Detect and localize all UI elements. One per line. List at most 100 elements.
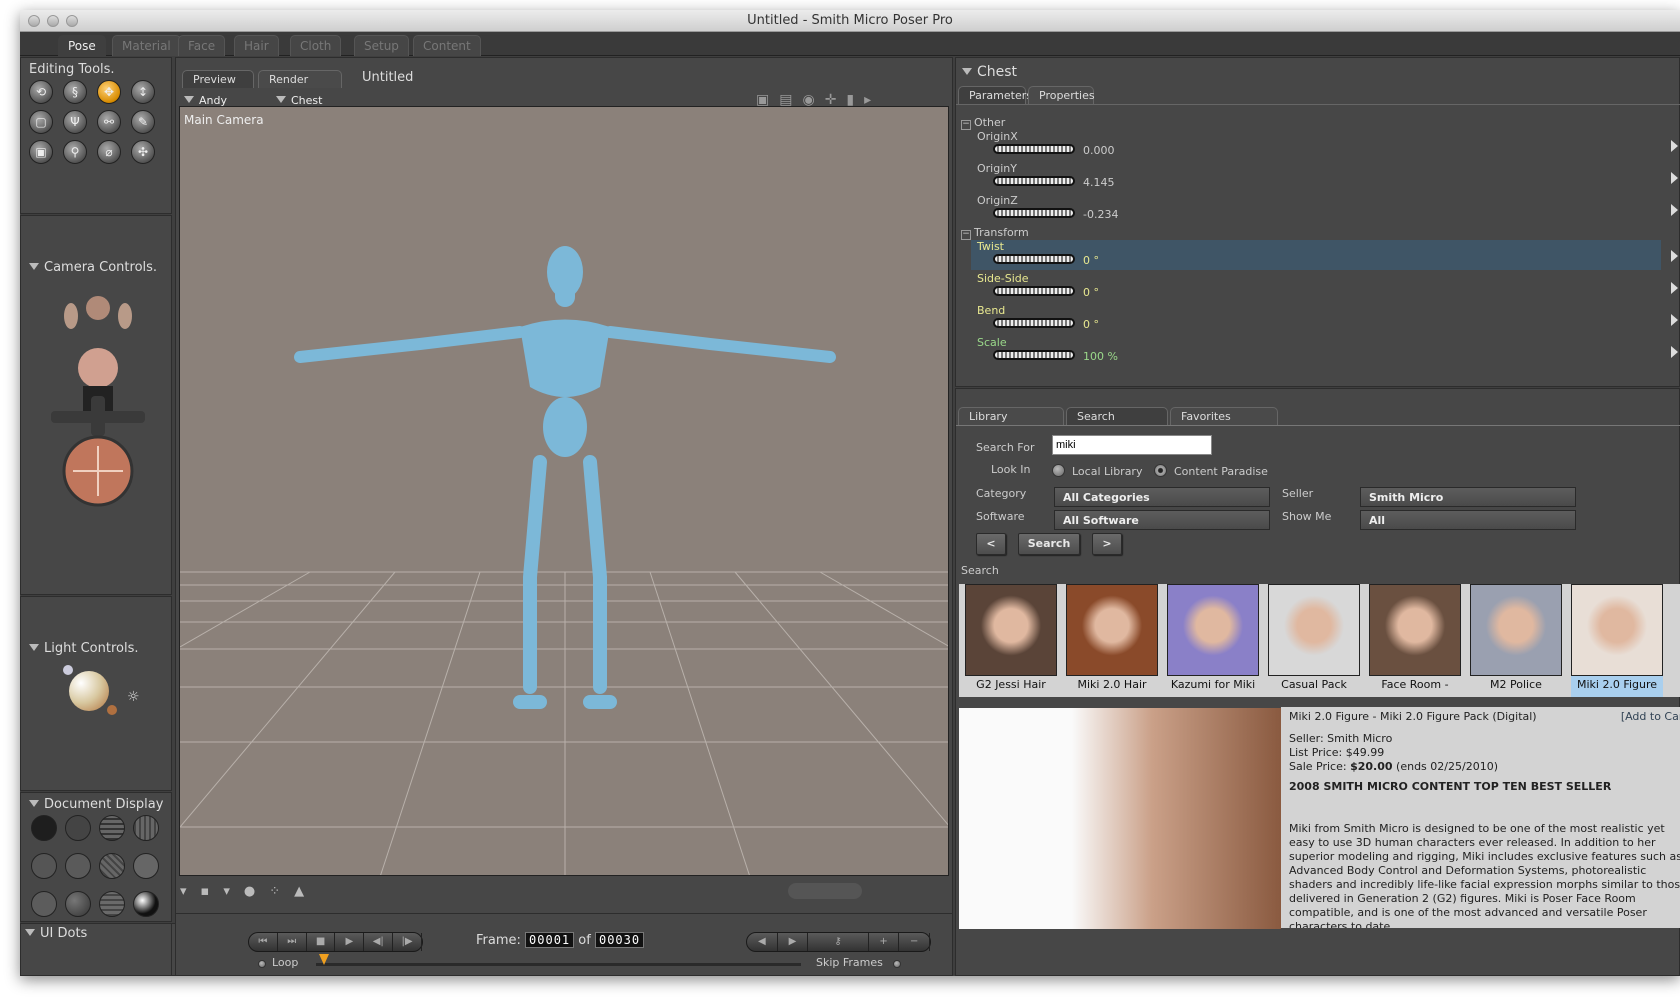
result-thumbnail[interactable] <box>1571 584 1663 676</box>
param-menu-icon[interactable] <box>1671 140 1678 152</box>
room-tab-hair[interactable]: Hair <box>234 35 279 56</box>
outline-display-icon[interactable] <box>65 815 91 841</box>
param-value[interactable]: 0 ° <box>1083 286 1099 299</box>
param-row[interactable]: OriginY 4.145 <box>971 162 1661 192</box>
param-dial[interactable] <box>993 286 1075 296</box>
total-frames-field[interactable]: 00030 <box>594 932 645 948</box>
param-row[interactable]: OriginX 0.000 <box>971 130 1661 160</box>
param-menu-icon[interactable] <box>1671 282 1678 294</box>
smooth-lined-display-icon[interactable] <box>99 891 125 917</box>
param-row[interactable]: Side-Side 0 ° <box>971 272 1661 302</box>
current-frame-field[interactable]: 00001 <box>525 932 575 948</box>
tab-properties[interactable]: Properties <box>1028 86 1095 104</box>
texture-shaded-display-icon[interactable] <box>133 891 159 917</box>
local-library-radio[interactable] <box>1052 464 1065 477</box>
collapse-icon[interactable]: − <box>961 230 971 240</box>
param-dial[interactable] <box>993 208 1075 218</box>
param-row[interactable]: Bend 0 ° <box>971 304 1661 334</box>
rotate-tool-icon[interactable]: ⟲ <box>29 80 53 104</box>
skip-frames-toggle[interactable] <box>893 960 901 968</box>
direct-manipulation-tool-icon[interactable]: ✣ <box>131 140 155 164</box>
zoom-button[interactable] <box>66 15 78 27</box>
room-tab-content[interactable]: Content <box>413 35 481 56</box>
view-magnifier-tool-icon[interactable]: ⚲ <box>63 140 87 164</box>
param-dial[interactable] <box>993 254 1075 264</box>
show-me-select[interactable]: All <box>1360 510 1576 530</box>
param-row[interactable]: Twist 0 ° <box>971 240 1661 270</box>
memory-dots[interactable] <box>788 883 862 899</box>
param-dial[interactable] <box>993 176 1075 186</box>
result-item[interactable]: Miki 2.0 Hair <box>1066 584 1158 697</box>
add-to-cart-link[interactable]: [Add to Cart] <box>1621 710 1680 724</box>
twist-tool-icon[interactable]: § <box>63 80 87 104</box>
result-item[interactable]: Kazumi for Miki <box>1167 584 1259 697</box>
timeline-slider[interactable] <box>316 963 801 966</box>
result-item[interactable]: M2 Police <box>1470 584 1562 697</box>
keyframe-controls[interactable]: ◀ ▶ ⚷ + − <box>746 932 931 952</box>
seller-select[interactable]: Smith Micro <box>1360 487 1576 507</box>
grouping-tool-icon[interactable]: ▣ <box>29 140 53 164</box>
hidden-line-display-icon[interactable] <box>133 815 159 841</box>
scale-tool-icon[interactable]: ▢ <box>29 110 53 134</box>
viewport-bottom-tools[interactable]: ▾▪▾●⁘▲ <box>180 884 318 899</box>
result-thumbnail[interactable] <box>1470 584 1562 676</box>
previous-page-button[interactable]: < <box>976 533 1006 555</box>
loop-toggle[interactable] <box>258 960 266 968</box>
taper-tool-icon[interactable]: Ψ <box>63 110 87 134</box>
param-value[interactable]: 0.000 <box>1083 144 1115 157</box>
room-tab-material[interactable]: Material <box>112 35 181 56</box>
light-handle[interactable] <box>107 705 117 715</box>
collapse-icon[interactable] <box>29 800 39 807</box>
close-button[interactable] <box>28 15 40 27</box>
tab-render[interactable]: Render <box>258 70 342 88</box>
param-menu-icon[interactable] <box>1671 250 1678 262</box>
param-menu-icon[interactable] <box>1671 204 1678 216</box>
result-item[interactable]: Casual Pack <box>1268 584 1360 697</box>
param-value[interactable]: 100 % <box>1083 350 1118 363</box>
result-item[interactable]: Miki 2.0 Figure <box>1571 584 1663 697</box>
light-handle[interactable] <box>63 665 73 675</box>
room-tab-cloth[interactable]: Cloth <box>290 35 342 56</box>
search-button[interactable]: Search <box>1018 533 1080 555</box>
collapse-icon[interactable] <box>25 929 35 936</box>
param-value[interactable]: 0 ° <box>1083 318 1099 331</box>
translate-tool-icon[interactable]: ✥ <box>97 80 121 104</box>
wireframe-display-icon[interactable] <box>99 815 125 841</box>
search-input[interactable] <box>1052 435 1212 455</box>
camera-control-widget[interactable] <box>43 286 153 526</box>
tab-library[interactable]: Library <box>958 407 1064 425</box>
collapse-icon[interactable] <box>962 68 972 75</box>
flat-lined-display-icon[interactable] <box>99 853 125 879</box>
result-item[interactable]: Face Room - <box>1369 584 1461 697</box>
room-tab-face[interactable]: Face <box>178 35 226 56</box>
timeline-handle[interactable] <box>319 954 329 965</box>
param-dial[interactable] <box>993 318 1075 328</box>
collapse-icon[interactable] <box>29 263 39 270</box>
param-menu-icon[interactable] <box>1671 314 1678 326</box>
morphing-tool-icon[interactable]: ⌀ <box>97 140 121 164</box>
param-dial[interactable] <box>993 144 1075 154</box>
sun-icon[interactable]: ☼ <box>127 689 140 705</box>
param-value[interactable]: 4.145 <box>1083 176 1115 189</box>
param-menu-icon[interactable] <box>1671 172 1678 184</box>
tab-parameters[interactable]: Parameters <box>958 86 1032 104</box>
minimize-button[interactable] <box>47 15 59 27</box>
tab-preview[interactable]: Preview <box>182 70 254 88</box>
3d-viewport[interactable]: Main Camera <box>179 106 949 876</box>
software-select[interactable]: All Software <box>1054 510 1270 530</box>
flat-shaded-display-icon[interactable] <box>65 853 91 879</box>
room-tab-pose[interactable]: Pose <box>58 35 106 56</box>
group-other[interactable]: − Other <box>961 116 1005 130</box>
playback-controls[interactable]: ⏮ ⏭ ■ ▶ ◀| |▶ <box>248 932 423 952</box>
tab-search[interactable]: Search <box>1066 407 1168 425</box>
translate-in-out-tool-icon[interactable]: ↕ <box>131 80 155 104</box>
result-thumbnail[interactable] <box>1066 584 1158 676</box>
collapse-icon[interactable] <box>29 644 39 651</box>
collapse-icon[interactable]: − <box>961 120 971 130</box>
chain-break-tool-icon[interactable]: ⚯ <box>97 110 121 134</box>
lit-wireframe-display-icon[interactable] <box>31 853 57 879</box>
param-value[interactable]: -0.234 <box>1083 208 1118 221</box>
color-tool-icon[interactable]: ✎ <box>131 110 155 134</box>
result-thumbnail[interactable] <box>1369 584 1461 676</box>
result-thumbnail[interactable] <box>965 584 1057 676</box>
